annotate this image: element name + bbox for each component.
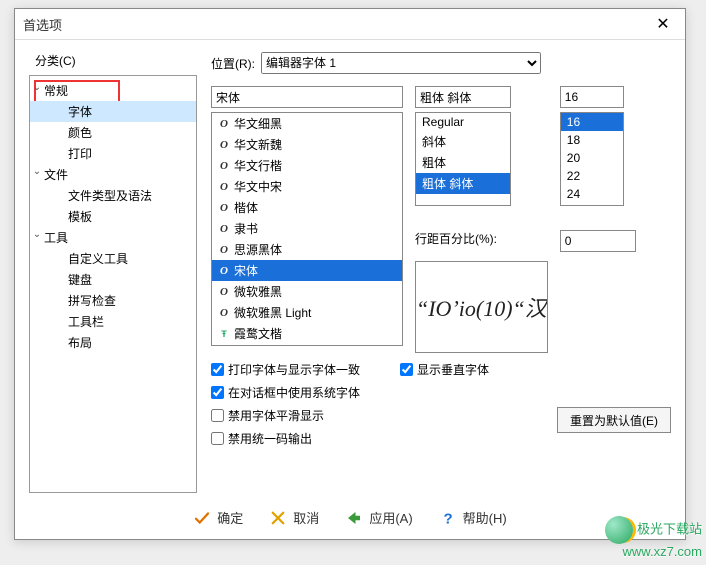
tree-item-label: 常规 [44, 84, 68, 98]
style-list-item[interactable]: Regular [416, 113, 510, 131]
tree-item-label: 键盘 [68, 273, 92, 287]
tree-item-label: 模板 [68, 210, 92, 224]
size-list-item[interactable]: 24 [561, 185, 623, 203]
opentype-font-icon: O [218, 223, 230, 235]
opentype-font-icon: O [218, 139, 230, 151]
category-label: 分类(C) [35, 52, 197, 69]
size-list-item[interactable]: 22 [561, 167, 623, 185]
font-list-item[interactable]: O华文新魏 [212, 134, 402, 155]
opentype-font-icon: O [218, 286, 230, 298]
ok-button[interactable]: 确定 [193, 508, 243, 527]
cross-icon [269, 509, 287, 527]
tree-item[interactable]: 文件类型及语法 [30, 185, 196, 206]
checkbox[interactable] [211, 432, 224, 445]
tree-item[interactable]: 工具栏 [30, 311, 196, 332]
line-spacing-input[interactable] [560, 230, 636, 252]
font-list-item[interactable]: O新宋体 [212, 344, 402, 346]
tree-item-label: 工具 [44, 231, 68, 245]
tree-twisty-icon[interactable]: ⌄ [32, 166, 42, 177]
checkbox-row[interactable]: 禁用统一码输出 [211, 427, 360, 450]
tree-item-label: 颜色 [68, 126, 92, 140]
tree-item-label: 文件类型及语法 [68, 189, 152, 203]
tree-item[interactable]: 打印 [30, 143, 196, 164]
font-size-input[interactable] [560, 86, 624, 108]
tree-item[interactable]: 颜色 [30, 122, 196, 143]
tree-item-label: 自定义工具 [68, 252, 128, 266]
preferences-dialog: 首选项 ✕ 分类(C) ⌄常规字体颜色打印⌄文件文件类型及语法模板⌄工具自定义工… [14, 8, 686, 540]
dialog-title: 首选项 [23, 15, 649, 34]
font-listbox[interactable]: O华文细黑O华文新魏O华文行楷O华文中宋O楷体O隶书O思源黑体O宋体O微软雅黑O… [211, 112, 403, 346]
cancel-button[interactable]: 取消 [269, 508, 319, 527]
tree-twisty-icon[interactable]: ⌄ [32, 229, 42, 240]
checkbox[interactable] [400, 363, 413, 376]
svg-text:?: ? [443, 510, 452, 527]
apply-arrow-icon [345, 509, 363, 527]
checkbox[interactable] [211, 363, 224, 376]
checkbox-row[interactable]: 显示垂直字体 [400, 358, 671, 381]
tree-item-label: 工具栏 [68, 315, 104, 329]
apply-button[interactable]: 应用(A) [345, 508, 412, 527]
question-icon: ? [439, 509, 457, 527]
font-input[interactable] [211, 86, 403, 108]
font-list-item[interactable]: O华文细黑 [212, 113, 402, 134]
opentype-font-icon: O [218, 181, 230, 193]
font-list-item[interactable]: O微软雅黑 Light [212, 302, 402, 323]
help-button[interactable]: ? 帮助(H) [439, 508, 507, 527]
location-label: 位置(R): [211, 55, 255, 72]
line-spacing-label: 行距百分比(%): [415, 230, 497, 247]
tree-item[interactable]: 模板 [30, 206, 196, 227]
tree-item-label: 拼写检查 [68, 294, 116, 308]
check-icon [193, 509, 211, 527]
opentype-font-icon: O [218, 202, 230, 214]
font-list-item[interactable]: O楷体 [212, 197, 402, 218]
titlebar: 首选项 ✕ [15, 9, 685, 40]
tree-item-label: 文件 [44, 168, 68, 182]
tree-item-label: 打印 [68, 147, 92, 161]
checkbox-row[interactable]: 在对话框中使用系统字体 [211, 381, 360, 404]
opentype-font-icon: O [218, 118, 230, 130]
tree-item[interactable]: ⌄工具 [30, 227, 196, 248]
opentype-font-icon: O [218, 265, 230, 277]
opentype-font-icon: O [218, 244, 230, 256]
tree-item-label: 布局 [68, 336, 92, 350]
tree-item[interactable]: 键盘 [30, 269, 196, 290]
tree-item-label: 字体 [68, 105, 92, 119]
tree-item[interactable]: ⌄文件 [30, 164, 196, 185]
truetype-font-icon: Ŧ [218, 329, 230, 339]
style-list-item[interactable]: 斜体 [416, 131, 510, 152]
tree-item[interactable]: 布局 [30, 332, 196, 353]
tree-item[interactable]: 拼写检查 [30, 290, 196, 311]
font-list-item[interactable]: O微软雅黑 [212, 281, 402, 302]
tree-twisty-icon[interactable]: ⌄ [32, 82, 42, 93]
font-list-item[interactable]: O宋体 [212, 260, 402, 281]
reset-defaults-button[interactable]: 重置为默认值(E) [557, 407, 671, 433]
tree-item[interactable]: ⌄常规 [30, 80, 196, 101]
opentype-font-icon: O [218, 160, 230, 172]
category-tree[interactable]: ⌄常规字体颜色打印⌄文件文件类型及语法模板⌄工具自定义工具键盘拼写检查工具栏布局 [29, 75, 197, 493]
font-list-item[interactable]: O隶书 [212, 218, 402, 239]
font-list-item[interactable]: O思源黑体 [212, 239, 402, 260]
font-style-input[interactable] [415, 86, 511, 108]
dialog-button-bar: 确定 取消 应用(A) ? 帮助(H) [15, 492, 685, 537]
font-list-item[interactable]: Ŧ霞鹜文楷 [212, 323, 402, 344]
size-list-item[interactable]: 16 [561, 113, 623, 131]
font-style-listbox[interactable]: Regular斜体粗体粗体 斜体 [415, 112, 511, 206]
font-list-item[interactable]: O华文行楷 [212, 155, 402, 176]
size-list-item[interactable]: 20 [561, 149, 623, 167]
size-list-item[interactable]: 18 [561, 131, 623, 149]
opentype-font-icon: O [218, 307, 230, 319]
checkbox[interactable] [211, 409, 224, 422]
tree-item[interactable]: 自定义工具 [30, 248, 196, 269]
font-list-item[interactable]: O华文中宋 [212, 176, 402, 197]
style-list-item[interactable]: 粗体 [416, 152, 510, 173]
close-button[interactable]: ✕ [649, 14, 677, 34]
font-size-listbox[interactable]: 1618202224 [560, 112, 624, 206]
checkbox-row[interactable]: 打印字体与显示字体一致 [211, 358, 360, 381]
location-select[interactable]: 编辑器字体 1 [261, 52, 541, 74]
font-preview: “IOʼio(10)“汉 [415, 261, 548, 353]
checkbox[interactable] [211, 386, 224, 399]
checkbox-row[interactable]: 禁用字体平滑显示 [211, 404, 360, 427]
style-list-item[interactable]: 粗体 斜体 [416, 173, 510, 194]
tree-item[interactable]: 字体 [30, 101, 196, 122]
